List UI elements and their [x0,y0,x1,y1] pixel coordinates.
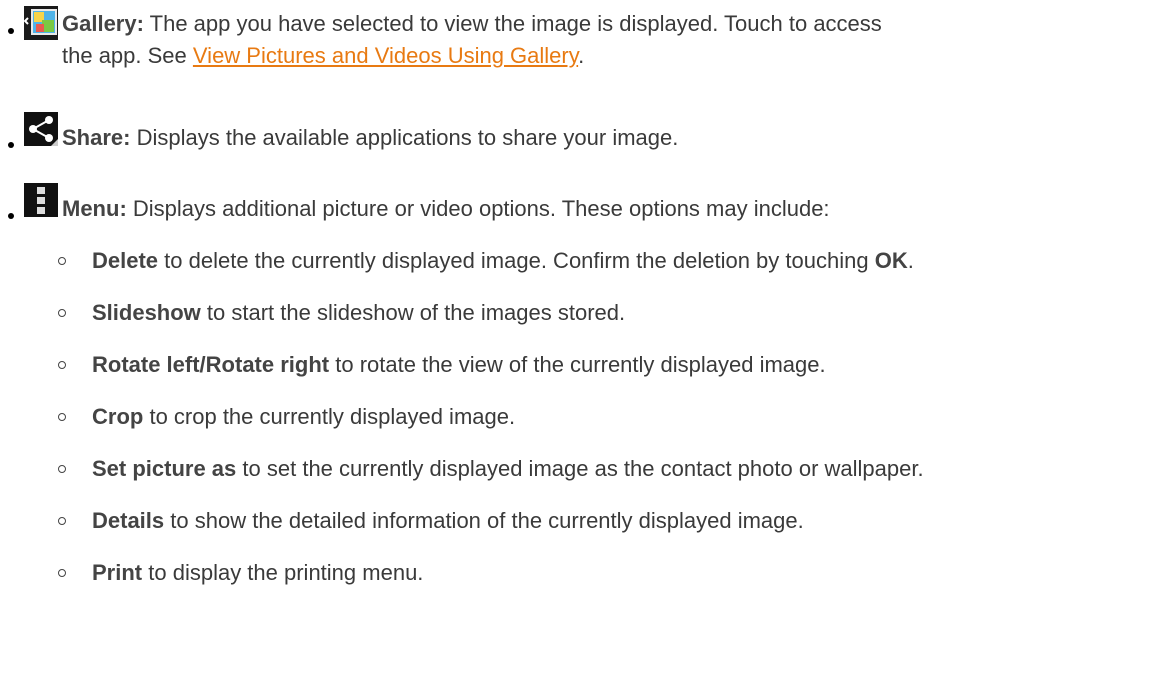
gallery-app-icon [23,6,58,40]
menu-option-rotate: Rotate left/Rotate right to rotate the v… [58,349,1158,381]
menu-option-slideshow: Slideshow to start the slideshow of the … [58,297,1158,329]
menu-option-crop: Crop to crop the currently displayed ima… [58,401,1158,433]
option-description: to rotate the view of the currently disp… [335,352,826,377]
sub-bullet [58,309,66,317]
option-label: Rotate left/Rotate right [92,352,330,377]
share-text: Displays the available applications to s… [136,125,679,150]
option-description: to crop the currently displayed image. [149,404,516,429]
option-description: to delete the currently displayed image.… [164,248,869,273]
option-label: Delete [92,248,159,273]
option-label: Print [92,560,143,585]
menu-option-set-picture: Set picture as to set the currently disp… [58,453,1158,485]
menu-bullet: Menu: Displays additional picture or vid… [0,183,1150,227]
option-text: Rotate left/Rotate right to rotate the v… [92,349,826,381]
bullet-dot [8,28,14,34]
sub-bullet [58,257,66,265]
option-label: Crop [92,404,144,429]
option-text: Delete to delete the currently displayed… [92,245,914,277]
share-bullet: Share: Displays the available applicatio… [0,112,1150,156]
gallery-bullet: Gallery: The app you have selected to vi… [0,6,1150,86]
option-text: Print to display the printing menu. [92,557,423,589]
option-text: Set picture as to set the currently disp… [92,453,924,485]
menu-label: Menu: [62,196,127,221]
option-text: Slideshow to start the slideshow of the … [92,297,625,329]
gallery-end: . [578,43,585,68]
option-description: to start the slideshow of the images sto… [206,300,626,325]
menu-option-details: Details to show the detailed information… [58,505,1158,537]
option-label: Set picture as [92,456,237,481]
sub-bullet [58,413,66,421]
option-end: . [907,248,914,273]
gallery-link[interactable]: View Pictures and Videos Using Gallery [193,43,578,68]
option-description: to set the currently displayed image as … [242,456,924,481]
gallery-description: Gallery: The app you have selected to vi… [62,8,1150,72]
bullet-dot [8,213,14,219]
option-description: to show the detailed information of the … [170,508,804,533]
sub-bullet [58,361,66,369]
gallery-text-line2: the app. See [62,43,187,68]
option-text: Crop to crop the currently displayed ima… [92,401,515,433]
menu-option-print: Print to display the printing menu. [58,557,1158,589]
share-description: Share: Displays the available applicatio… [62,122,1150,154]
option-label: Slideshow [92,300,201,325]
share-label: Share: [62,125,131,150]
menu-description: Menu: Displays additional picture or vid… [62,193,1150,225]
help-page: Gallery: The app you have selected to vi… [0,0,1162,679]
menu-text: Displays additional picture or video opt… [132,196,830,221]
option-text: Details to show the detailed information… [92,505,804,537]
menu-option-delete: Delete to delete the currently displayed… [58,245,1158,277]
bullet-dot [8,142,14,148]
option-description: to display the printing menu. [148,560,424,585]
option-label: Details [92,508,165,533]
ok-label: OK [874,248,908,273]
gallery-label: Gallery: [62,11,144,36]
gallery-text-line1: The app you have selected to view the im… [149,11,882,36]
menu-icon [24,183,58,217]
sub-bullet [58,517,66,525]
share-icon [24,112,58,146]
sub-bullet [58,569,66,577]
sub-bullet [58,465,66,473]
